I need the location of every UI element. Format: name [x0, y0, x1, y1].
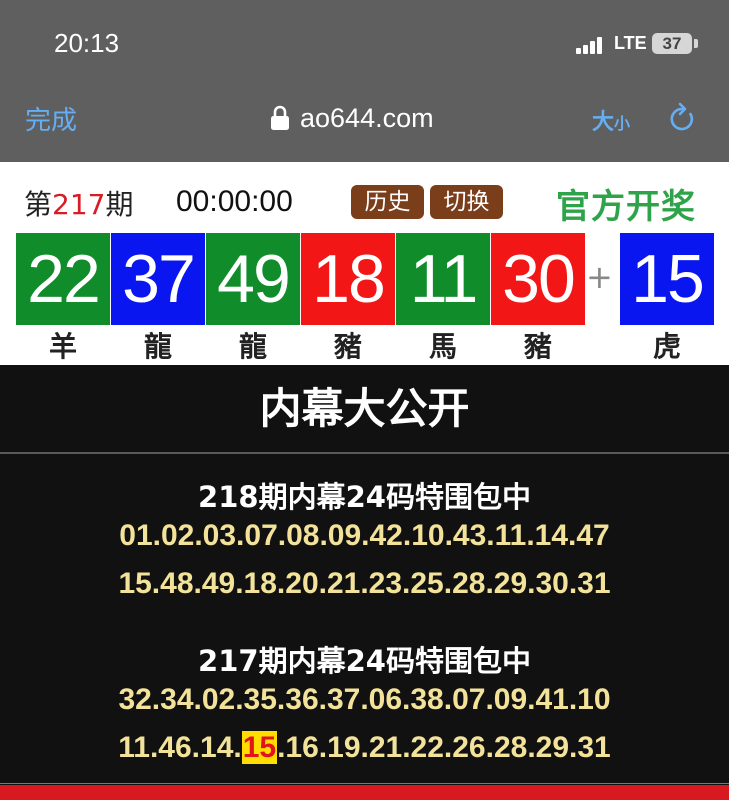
period-suffix: 期	[105, 188, 134, 221]
zodiac-4: 豬	[333, 330, 362, 363]
number-line: 15.48.49.18.20.21.23.25.28.29.30.31	[118, 567, 611, 600]
lottery-result-panel: 第217期 00:00:00 历史 切换 官方开奖 22 37 49 18 11…	[0, 162, 729, 365]
status-time: 20:13	[54, 28, 120, 58]
number-line: 32.34.02.35.36.37.06.38.07.09.41.10	[118, 683, 611, 716]
period-number: 217	[52, 188, 106, 221]
url-text: ao644.com	[300, 102, 434, 133]
zodiac-5: 馬	[428, 330, 457, 363]
zodiac-3: 龍	[238, 330, 267, 363]
divider	[0, 783, 729, 784]
network-type: LTE	[614, 33, 647, 53]
switch-button[interactable]: 切换	[430, 185, 503, 219]
zodiac-6: 豬	[523, 330, 552, 363]
ball-6: 30	[491, 233, 585, 325]
zodiac-1: 羊	[48, 330, 77, 363]
status-bar: 20:13 LTE 37	[0, 0, 729, 80]
browser-nav-bar: 完成 ao644.com 大小	[0, 80, 729, 162]
plus-sign: +	[586, 258, 613, 296]
size-label-small: 小	[614, 114, 631, 133]
red-banner-strip	[0, 785, 729, 800]
address-bar[interactable]: ao644.com	[270, 100, 434, 136]
ball-1: 22	[16, 233, 110, 325]
insider-reveal-section: 内幕大公开 218期内幕24码特围包中 01.02.03.07.08.09.42…	[0, 365, 729, 800]
special-ball: 15	[620, 233, 714, 325]
number-line: 01.02.03.07.08.09.42.10.43.11.14.47	[119, 519, 610, 552]
period-prefix: 第	[24, 188, 53, 221]
lock-icon	[271, 105, 289, 130]
ball-3: 49	[206, 233, 300, 325]
block-heading-217: 217期内幕24码特围包中	[198, 644, 531, 678]
countdown: 00:00:00	[176, 185, 293, 218]
hit-number: 15	[241, 731, 278, 764]
ball-5: 11	[396, 233, 490, 325]
zodiac-2: 龍	[143, 330, 172, 363]
battery-cap	[694, 39, 698, 48]
battery-icon: 37	[652, 33, 692, 54]
text-size-button[interactable]: 大小	[592, 104, 630, 136]
history-button[interactable]: 历史	[351, 185, 424, 219]
ball-4: 18	[301, 233, 395, 325]
divider	[0, 452, 729, 454]
special-zodiac: 虎	[652, 330, 681, 363]
number-segment: .16.19.21.22.26.28.29.31	[277, 731, 611, 764]
number-segment: 11.46.14.	[118, 731, 242, 764]
done-button[interactable]: 完成	[25, 100, 77, 137]
refresh-icon[interactable]	[668, 102, 696, 134]
size-label-big: 大	[592, 110, 615, 135]
ball-2: 37	[111, 233, 205, 325]
number-line: 11.46.14.15.16.19.21.22.26.28.29.31	[0, 731, 729, 765]
period-label: 第217期	[24, 183, 133, 223]
section-title: 内幕大公开	[259, 384, 470, 433]
official-draw-label: 官方开奖	[556, 187, 696, 227]
block-heading-218: 218期内幕24码特围包中	[198, 480, 531, 514]
